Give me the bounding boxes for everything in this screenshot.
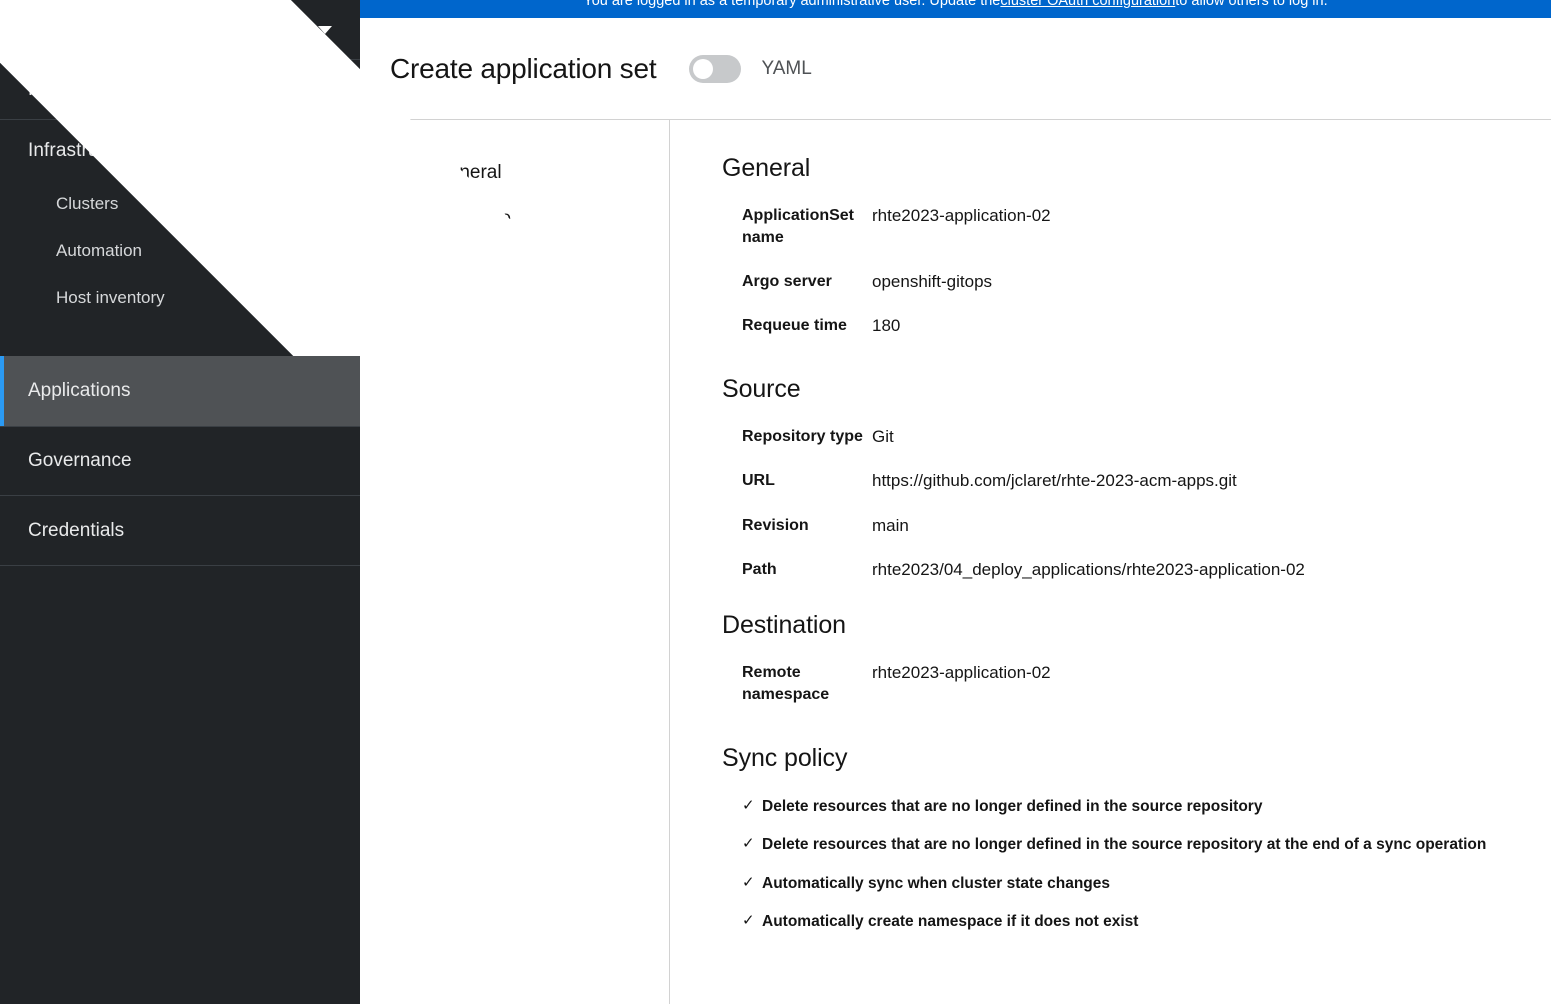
policy-label: Automatically sync when cluster state ch…: [762, 874, 1111, 892]
sidebar-item-label: Automation: [56, 240, 142, 260]
detail-value: rhte2023/04_deploy_applications/rhte2023…: [872, 559, 1305, 579]
destination-details-list: Remote namespace rhte2023-application-02: [722, 662, 1511, 706]
review-content: General ApplicationSet name rhte2023-app…: [670, 120, 1551, 1004]
toggle-knob: [693, 58, 714, 79]
detail-row: Argo server openshift-gitops: [722, 271, 1511, 293]
detail-value: rhte2023-application-02: [872, 662, 1051, 682]
app-screen: All Clusters Home Infrastructure Cluster…: [0, 0, 1551, 1004]
temporary-admin-banner: You are logged in as a temporary adminis…: [360, 0, 1551, 18]
yaml-toggle-switch[interactable]: [689, 54, 742, 83]
policy-label: Delete resources that are no longer defi…: [762, 797, 1263, 815]
sidebar-item-credentials[interactable]: Credentials: [0, 496, 360, 566]
sidebar-item-applications[interactable]: Applications: [0, 356, 360, 426]
detail-row: Revision main: [722, 515, 1511, 537]
cluster-oauth-configuration-link[interactable]: cluster OAuth configuration: [1000, 0, 1175, 9]
source-details-list: Repository type Git URL https://github.c…: [722, 426, 1511, 580]
yaml-toggle-label: YAML: [761, 57, 812, 79]
detail-row: URL https://github.com/jclaret/rhte-2023…: [722, 470, 1511, 492]
detail-value: 180: [872, 316, 901, 336]
detail-key: Argo server: [742, 273, 832, 291]
sidebar-item-home[interactable]: Home: [0, 0, 648, 533]
detail-row: Path rhte2023/04_deploy_applications/rht…: [722, 559, 1511, 581]
policy-label: Delete resources that are no longer defi…: [762, 836, 1487, 854]
detail-key: Remote namespace: [742, 663, 830, 703]
section-title-destination: Destination: [722, 610, 846, 639]
check-icon: ✓: [742, 835, 755, 853]
detail-value: Git: [872, 427, 894, 447]
yaml-toggle-group: YAML: [689, 54, 812, 83]
policy-label: Automatically create namespace if it doe…: [762, 913, 1139, 930]
section-title-general: General: [722, 154, 811, 182]
sidebar-item-governance[interactable]: Governance: [0, 426, 360, 496]
list-item: ✓ Delete resources that are no longer de…: [722, 835, 1511, 854]
section-title-source: Source: [722, 375, 801, 404]
list-item: ✓ Automatically sync when cluster state …: [722, 874, 1511, 893]
check-icon: ✓: [742, 873, 755, 891]
banner-text-before: You are logged in as a temporary adminis…: [583, 0, 1001, 9]
detail-value: https://github.com/jclaret/rhte-2023-acm…: [872, 471, 1237, 491]
sidebar-item-label: Clusters: [56, 193, 119, 213]
sidebar-navigation: All Clusters Home Infrastructure Cluster…: [0, 0, 648, 1004]
detail-row: Repository type Git: [722, 426, 1511, 448]
detail-key: URL: [742, 472, 775, 490]
sidebar-item-label: Governance: [28, 450, 132, 471]
detail-row: Requeue time 180: [722, 315, 1511, 337]
banner-text-after: to allow others to log in.: [1175, 0, 1328, 9]
detail-key: Path: [742, 560, 777, 578]
page-title: Create application set: [390, 52, 657, 84]
sidebar-item-label: Host inventory: [56, 287, 165, 307]
main-pane: You are logged in as a temporary adminis…: [360, 0, 1551, 1004]
detail-value: openshift-gitops: [872, 272, 993, 292]
detail-key: Revision: [742, 516, 809, 534]
sidebar-item-label: Credentials: [28, 519, 125, 541]
detail-row: ApplicationSet name rhte2023-application…: [722, 205, 1511, 249]
check-icon: ✓: [742, 912, 755, 929]
detail-value: rhte2023-application-02: [872, 206, 1051, 225]
section-title-sync-policy: Sync policy: [722, 743, 848, 772]
detail-key: ApplicationSet name: [742, 207, 855, 247]
page-header: Create application set YAML: [360, 18, 1551, 120]
sidebar-item-label: Applications: [28, 380, 131, 401]
detail-value: main: [872, 515, 909, 535]
list-item: ✓ Automatically create namespace if it d…: [722, 912, 1511, 931]
check-icon: ✓: [742, 796, 755, 814]
sync-policy-list: ✓ Delete resources that are no longer de…: [722, 797, 1511, 932]
detail-row: Remote namespace rhte2023-application-02: [722, 662, 1511, 706]
detail-key: Requeue time: [742, 317, 847, 335]
list-item: ✓ Delete resources that are no longer de…: [722, 797, 1511, 816]
detail-key: Repository type: [742, 428, 863, 446]
general-details-list: ApplicationSet name rhte2023-application…: [722, 205, 1511, 337]
